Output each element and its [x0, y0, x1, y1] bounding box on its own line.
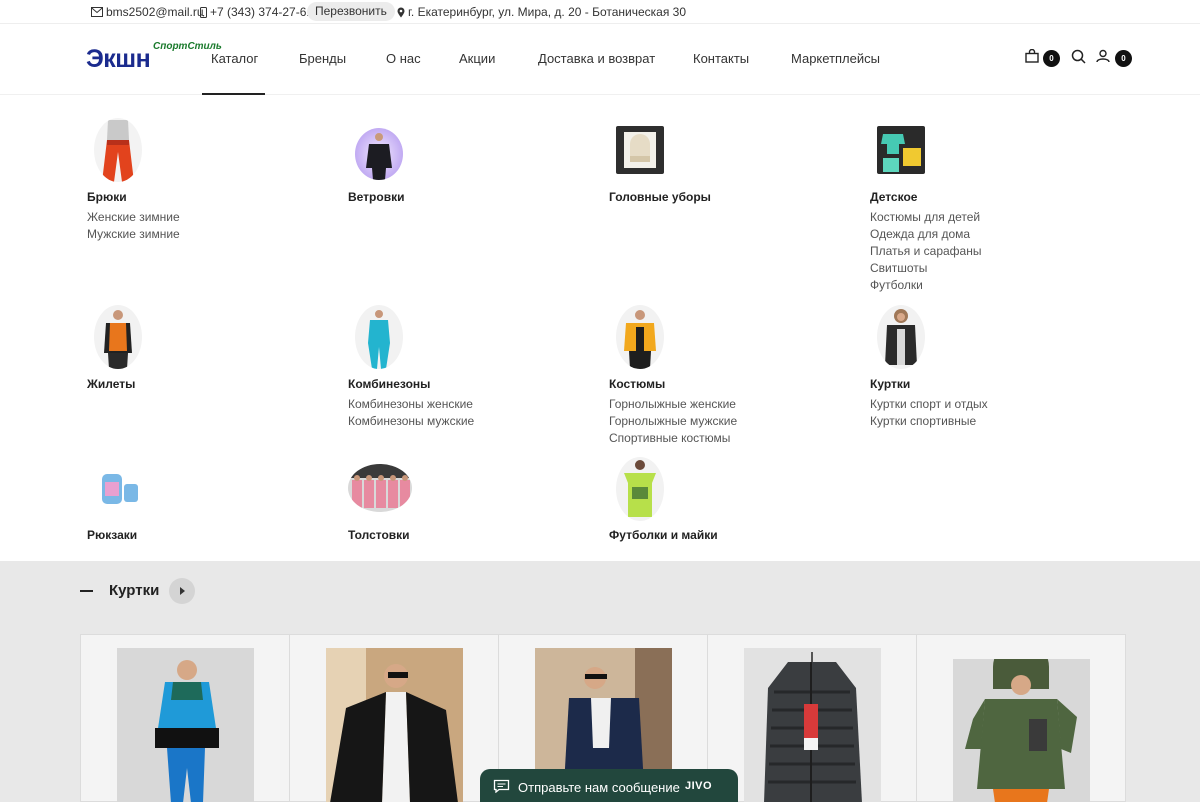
- category-title[interactable]: Куртки: [870, 377, 910, 391]
- category-thumbnail: [877, 305, 925, 369]
- search-icon[interactable]: [1071, 49, 1086, 64]
- category-thumbnail: [94, 468, 142, 508]
- category-thumbnail: [616, 305, 664, 369]
- nav-about[interactable]: О нас: [386, 51, 421, 66]
- product-card[interactable]: [708, 635, 917, 802]
- address: г. Екатеринбург, ул. Мира, д. 20 - Ботан…: [397, 5, 686, 19]
- site-header: Экшн СпортСтиль Каталог Бренды О нас Акц…: [0, 25, 1200, 95]
- subcategory-link[interactable]: Куртки спортивные: [870, 413, 976, 430]
- category-title[interactable]: Головные уборы: [609, 190, 711, 204]
- catalog-mega-menu: Брюки Женские зимние Мужские зимние Ветр…: [0, 96, 1200, 561]
- category-title[interactable]: Жилеты: [87, 377, 135, 391]
- subcategory-link[interactable]: Комбинезоны женские: [348, 396, 473, 413]
- product-image: [326, 648, 463, 802]
- category-thumbnail: [348, 464, 412, 512]
- cart-count-badge: 0: [1043, 50, 1060, 67]
- product-card[interactable]: [290, 635, 499, 802]
- user-icon[interactable]: [1096, 49, 1110, 63]
- email-text: bms2502@mail.ru: [106, 5, 204, 19]
- category-thumbnail: [877, 126, 925, 174]
- cart-icon[interactable]: [1025, 49, 1039, 63]
- product-card[interactable]: [81, 635, 290, 802]
- callback-button[interactable]: Перезвонить: [307, 2, 395, 21]
- phone-icon: [200, 6, 207, 18]
- location-pin-icon: [397, 7, 405, 17]
- top-info-bar: bms2502@mail.ru +7 (343) 374-27-61 Перез…: [0, 0, 1200, 24]
- section-title: Куртки: [109, 582, 160, 599]
- nav-marketplaces[interactable]: Маркетплейсы: [791, 51, 880, 66]
- collapse-toggle[interactable]: [80, 590, 93, 592]
- chat-widget[interactable]: Отправьте нам сообщение JIVO: [480, 769, 738, 802]
- subcategory-link[interactable]: Комбинезоны мужские: [348, 413, 474, 430]
- subcategory-link[interactable]: Горнолыжные мужские: [609, 413, 737, 430]
- subcategory-link[interactable]: Женские зимние: [87, 209, 180, 226]
- category-title[interactable]: Ветровки: [348, 190, 404, 204]
- subcategory-link[interactable]: Куртки спорт и отдых: [870, 396, 988, 413]
- subcategory-link[interactable]: Футболки: [870, 277, 923, 294]
- site-logo[interactable]: Экшн СпортСтиль: [86, 41, 222, 77]
- nav-brands[interactable]: Бренды: [299, 51, 346, 66]
- subcategory-link[interactable]: Спортивные костюмы: [609, 430, 730, 447]
- category-title[interactable]: Комбинезоны: [348, 377, 430, 391]
- category-title[interactable]: Брюки: [87, 190, 127, 204]
- nav-contacts[interactable]: Контакты: [693, 51, 749, 66]
- category-thumbnail: [616, 126, 664, 174]
- nav-delivery[interactable]: Доставка и возврат: [538, 51, 655, 66]
- address-text: г. Екатеринбург, ул. Мира, д. 20 - Ботан…: [408, 5, 687, 19]
- chat-label: Отправьте нам сообщение: [518, 780, 680, 795]
- nav-promotions[interactable]: Акции: [459, 51, 495, 66]
- category-thumbnail: [94, 118, 142, 182]
- featured-section: Куртки: [0, 561, 1200, 802]
- product-card[interactable]: [917, 635, 1126, 802]
- category-thumbnail: [94, 305, 142, 369]
- subcategory-link[interactable]: Мужские зимние: [87, 226, 180, 243]
- category-title[interactable]: Футболки и майки: [609, 528, 718, 542]
- subcategory-link[interactable]: Костюмы для детей: [870, 209, 980, 226]
- subcategory-link[interactable]: Одежда для дома: [870, 226, 970, 243]
- email-link[interactable]: bms2502@mail.ru: [91, 5, 204, 19]
- mail-icon: [91, 7, 103, 17]
- category-title[interactable]: Костюмы: [609, 377, 665, 391]
- category-title[interactable]: Толстовки: [348, 528, 410, 542]
- product-image: [953, 659, 1090, 802]
- nav-catalog[interactable]: Каталог: [211, 51, 258, 66]
- logo-main-text: Экшн: [86, 45, 151, 73]
- chat-brand-logo: JIVO: [685, 780, 713, 792]
- product-image: [117, 648, 254, 802]
- category-thumbnail: [616, 457, 664, 521]
- category-thumbnail: [355, 128, 403, 180]
- category-title[interactable]: Детское: [870, 190, 917, 204]
- phone-link[interactable]: +7 (343) 374-27-61: [200, 5, 313, 19]
- subcategory-link[interactable]: Свитшоты: [870, 260, 927, 277]
- subcategory-link[interactable]: Горнолыжные женские: [609, 396, 736, 413]
- category-thumbnail: [355, 305, 403, 369]
- chat-bubble-icon: [493, 779, 510, 793]
- phone-text: +7 (343) 374-27-61: [210, 5, 314, 19]
- chevron-right-icon: [180, 587, 185, 595]
- nav-active-indicator: [202, 93, 265, 95]
- category-title[interactable]: Рюкзаки: [87, 528, 137, 542]
- account-count-badge: 0: [1115, 50, 1132, 67]
- product-image: [744, 648, 881, 802]
- subcategory-link[interactable]: Платья и сарафаны: [870, 243, 981, 260]
- section-next-button[interactable]: [169, 578, 195, 604]
